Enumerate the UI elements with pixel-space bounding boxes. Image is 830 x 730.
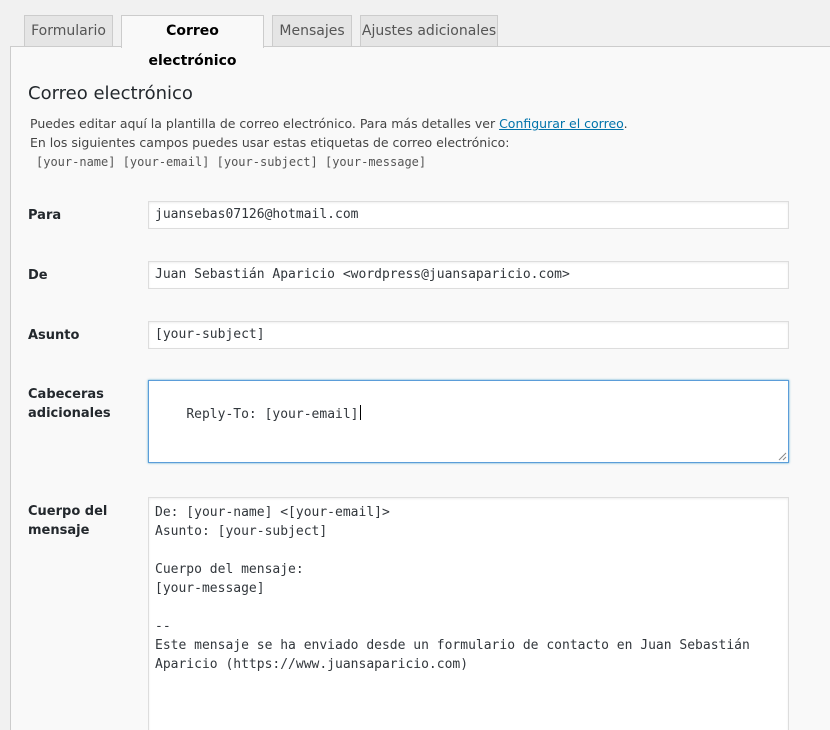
tab-formulario[interactable]: Formulario xyxy=(24,15,113,47)
description-text: Puedes editar aquí la plantilla de corre… xyxy=(30,116,500,131)
from-label: De xyxy=(28,268,48,283)
subject-field[interactable]: [your-subject] xyxy=(148,321,789,349)
from-field[interactable]: Juan Sebastián Aparicio <wordpress@juans… xyxy=(148,261,789,289)
tags-intro: En los siguientes campos puedes usar est… xyxy=(30,135,510,150)
headers-label: Cabeceras adicionales xyxy=(28,385,111,423)
headers-value: Reply-To: [your-email] xyxy=(186,407,359,422)
tab-mensajes[interactable]: Mensajes xyxy=(272,15,352,47)
mail-settings-panel: Correo electrónico Puedes editar aquí la… xyxy=(10,46,830,730)
body-label: Cuerpo del mensaje xyxy=(28,502,107,540)
configure-mail-link[interactable]: Configurar el correo xyxy=(499,116,624,131)
panel-title: Correo electrónico xyxy=(28,83,193,104)
tab-bar: Formulario Correo electrónico Mensajes A… xyxy=(0,0,830,69)
panel-description: Puedes editar aquí la plantilla de corre… xyxy=(30,116,628,131)
headers-label-line2: adicionales xyxy=(28,406,111,421)
mail-tags: [your-name] [your-email] [your-subject] … xyxy=(36,155,427,169)
headers-label-line1: Cabeceras xyxy=(28,387,104,402)
additional-headers-textarea[interactable]: Reply-To: [your-email] xyxy=(148,380,789,463)
text-caret xyxy=(359,405,361,420)
message-body-textarea[interactable]: De: [your-name] <[your-email]> Asunto: [… xyxy=(148,497,789,730)
body-label-line1: Cuerpo del xyxy=(28,504,108,519)
resize-grip-icon[interactable] xyxy=(778,452,787,461)
to-label: Para xyxy=(28,208,62,223)
subject-label: Asunto xyxy=(28,328,80,343)
body-label-line2: mensaje xyxy=(28,523,90,538)
description-suffix: . xyxy=(623,116,628,131)
to-field[interactable]: juansebas07126@hotmail.com xyxy=(148,201,789,229)
tab-ajustes-adicionales[interactable]: Ajustes adicionales xyxy=(360,15,498,47)
tab-correo-electronico[interactable]: Correo electrónico xyxy=(121,15,264,69)
